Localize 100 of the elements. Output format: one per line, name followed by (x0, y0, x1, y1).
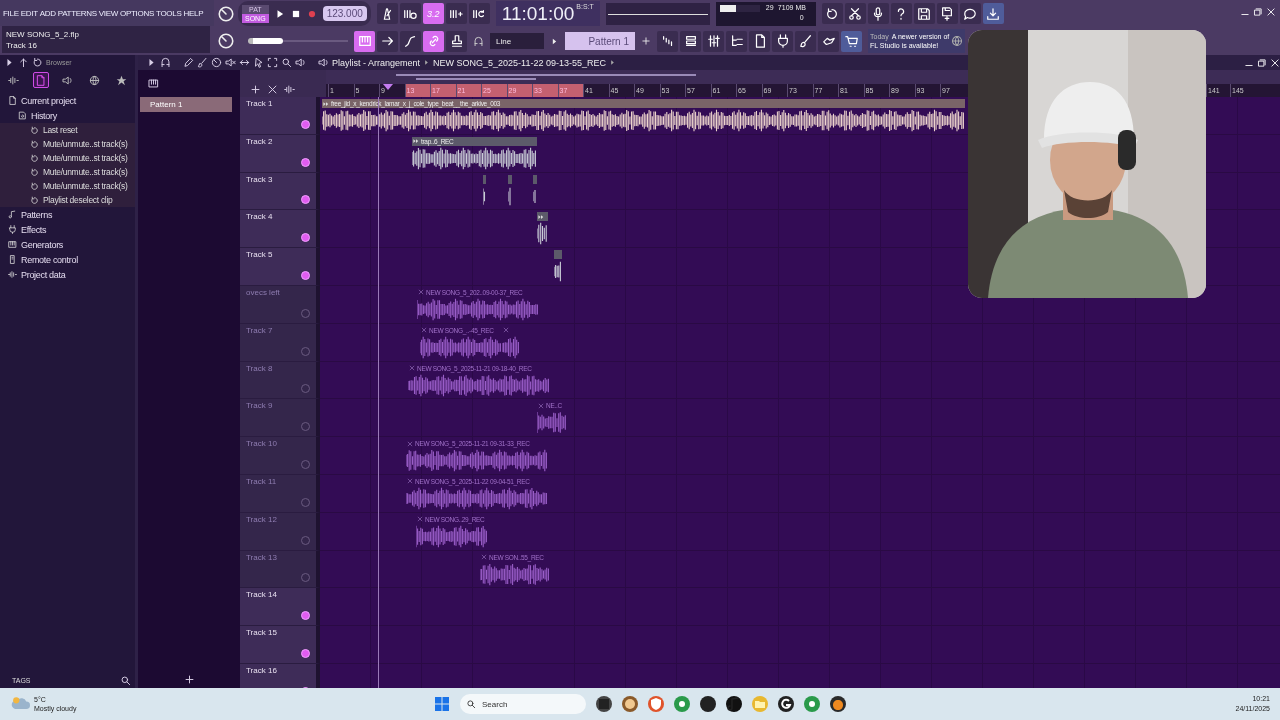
track-header[interactable]: Track 4 (240, 210, 320, 249)
mute-switch[interactable] (301, 271, 310, 280)
tree-item[interactable]: Effects (21, 224, 47, 235)
menu-item[interactable]: HELP (183, 8, 204, 18)
shield-app-icon[interactable] (648, 696, 664, 712)
knob-icon[interactable] (217, 4, 235, 23)
undo-icon[interactable] (32, 56, 43, 68)
help-button[interactable] (890, 3, 912, 24)
mute-switch[interactable] (301, 648, 310, 658)
ring-app-icon[interactable] (778, 696, 794, 712)
pattern-item[interactable]: Pattern 1 (140, 97, 232, 112)
menu-item[interactable]: ADD (39, 8, 56, 18)
waveform-icon[interactable] (284, 84, 295, 95)
track-header[interactable]: Track 9 (240, 399, 320, 438)
save-button[interactable] (913, 3, 935, 24)
menu-item[interactable]: OPTIONS (120, 8, 154, 18)
pencil-icon[interactable] (183, 57, 194, 68)
speaker-icon[interactable] (295, 57, 306, 68)
track-header[interactable]: ovecs left (240, 286, 320, 324)
track-header[interactable]: Track 8 (240, 361, 320, 400)
zoom-icon[interactable] (281, 57, 292, 68)
speaker-icon[interactable] (318, 57, 329, 68)
browser-app-icon[interactable] (804, 696, 820, 712)
chat-button[interactable] (959, 3, 981, 24)
mute-switch[interactable] (301, 119, 310, 129)
loop-button[interactable] (468, 3, 490, 24)
start-icon[interactable] (434, 696, 450, 712)
mic-button[interactable] (867, 3, 889, 24)
track-header[interactable]: Track 1 (240, 97, 320, 135)
mute-switch[interactable] (301, 157, 310, 167)
pattern-selector[interactable]: Pattern 1 (565, 32, 635, 50)
tree-item[interactable]: Last reset (43, 125, 78, 135)
list-button[interactable] (680, 30, 701, 52)
browser-app-icon[interactable] (674, 696, 690, 712)
track-header[interactable]: Track 12 (240, 512, 320, 551)
files-app-icon[interactable] (596, 696, 612, 712)
download-button[interactable] (982, 3, 1004, 24)
fruit-app-icon[interactable] (830, 696, 846, 712)
menu-item[interactable]: VIEW (98, 8, 119, 18)
caret-icon[interactable] (4, 56, 15, 68)
track-header[interactable]: Track 13 (240, 550, 320, 589)
magnet-icon[interactable] (160, 57, 171, 68)
caret-icon[interactable] (550, 36, 559, 46)
brush-icon[interactable] (197, 57, 208, 68)
document-tab[interactable] (32, 72, 49, 88)
brush-button[interactable] (795, 30, 816, 52)
step-button[interactable] (445, 3, 467, 24)
search-field[interactable]: Search (460, 694, 586, 714)
piano-button[interactable] (354, 30, 375, 52)
link-button[interactable] (423, 30, 444, 52)
close-icon[interactable] (267, 84, 278, 95)
curve-button[interactable] (400, 30, 421, 52)
knob-icon[interactable] (217, 32, 235, 51)
track-header[interactable]: Track 10 (240, 437, 320, 475)
snap-dropdown[interactable]: Line (490, 33, 544, 49)
search-icon[interactable] (120, 674, 131, 686)
audio-clip[interactable] (537, 212, 548, 247)
menu-item[interactable]: FILE (3, 8, 19, 18)
tempo-field[interactable]: 123.000 (322, 6, 367, 21)
tree-button[interactable] (726, 30, 747, 52)
mute-switch[interactable] (301, 195, 310, 205)
clip-source-name[interactable]: NEW SONG_5_2025-11-22 09-13-55_REC (433, 57, 606, 68)
metronome-button[interactable] (376, 3, 398, 24)
cut-button[interactable] (844, 3, 866, 24)
up-icon[interactable] (18, 56, 29, 68)
arrow-button[interactable] (377, 30, 398, 52)
audio-clip[interactable] (502, 325, 520, 360)
slice-icon[interactable] (239, 57, 250, 68)
mute-switch[interactable] (301, 611, 310, 621)
stamp-button[interactable] (446, 30, 467, 52)
track-header[interactable]: Track 16 (240, 663, 320, 688)
wait-button[interactable] (399, 3, 421, 24)
tree-item[interactable]: History (31, 110, 57, 121)
avatar-app-icon[interactable] (622, 696, 638, 712)
document-button[interactable] (749, 30, 770, 52)
restore-icon[interactable] (1257, 57, 1267, 68)
plus-icon[interactable] (183, 674, 195, 685)
menu-item[interactable]: EDIT (20, 8, 38, 18)
mixer-button[interactable] (703, 30, 724, 52)
track-header[interactable]: Track 5 (240, 248, 320, 286)
caret-icon[interactable] (146, 57, 157, 68)
cart-button[interactable] (841, 30, 862, 52)
piano-icon[interactable] (148, 78, 159, 89)
record-icon[interactable] (306, 8, 317, 19)
steps-button[interactable] (657, 30, 678, 52)
tree-item[interactable]: Current project (21, 95, 77, 106)
plug-button[interactable] (772, 30, 793, 52)
track-header[interactable]: Track 11 (240, 474, 320, 513)
undo-button[interactable] (821, 3, 843, 24)
menu-item[interactable]: TOOLS (156, 8, 182, 18)
select-icon[interactable] (267, 57, 278, 68)
plus-icon[interactable] (250, 84, 261, 95)
magnet-icon[interactable] (473, 35, 484, 47)
tree-item[interactable]: Generators (21, 239, 64, 250)
tree-item[interactable]: Patterns (21, 209, 53, 220)
pointer-icon[interactable] (253, 57, 264, 68)
restore-icon[interactable] (1253, 7, 1263, 17)
track-header[interactable]: Track 3 (240, 172, 320, 211)
mute-icon[interactable] (225, 57, 236, 68)
menu-item[interactable]: PATTERNS (57, 8, 97, 18)
